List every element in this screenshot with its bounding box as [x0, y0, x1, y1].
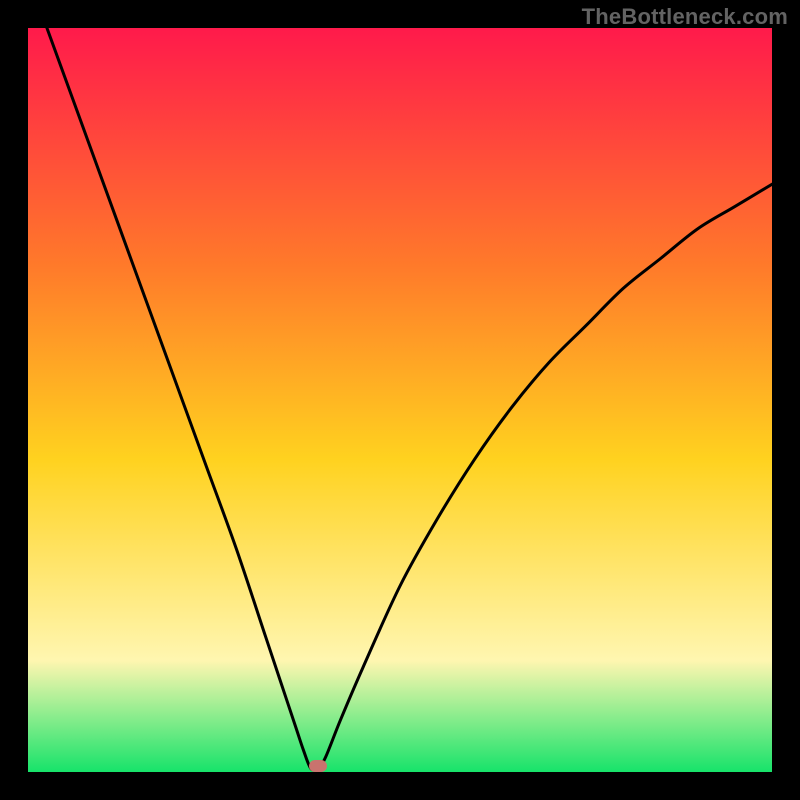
minimum-marker — [309, 760, 327, 772]
chart-frame: TheBottleneck.com — [0, 0, 800, 800]
plot-svg — [28, 28, 772, 772]
watermark-text: TheBottleneck.com — [582, 4, 788, 30]
gradient-bg — [28, 28, 772, 772]
plot-area — [28, 28, 772, 772]
